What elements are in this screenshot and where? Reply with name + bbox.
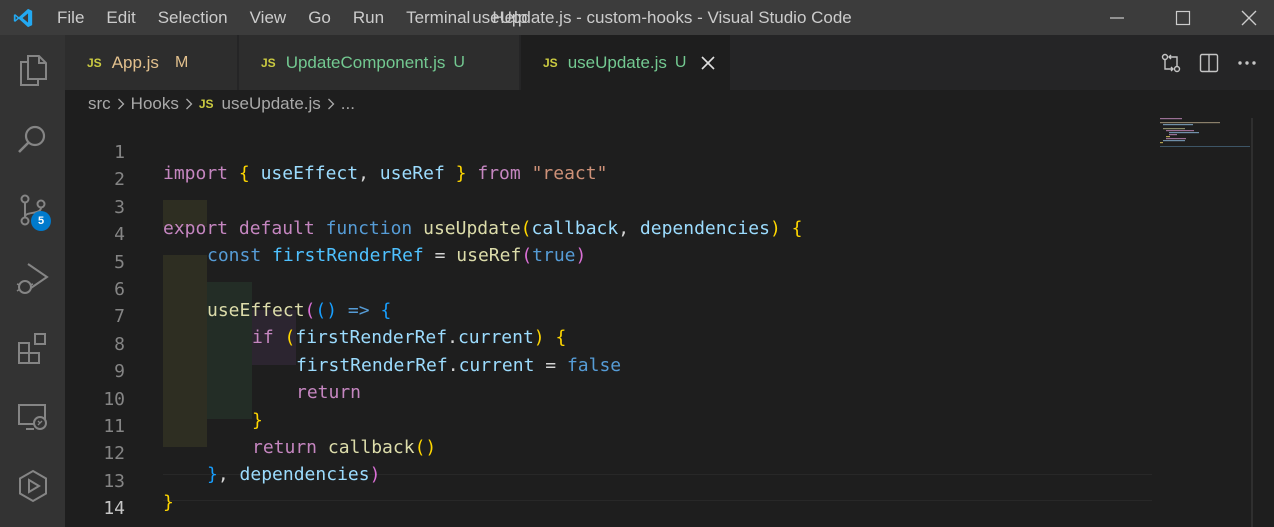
close-icon — [1241, 10, 1257, 25]
remote-explorer-icon — [17, 404, 47, 430]
activity-timeline[interactable] — [0, 457, 65, 515]
activity-run-debug[interactable] — [0, 249, 65, 307]
code-line: 5 — [65, 228, 1153, 273]
breadcrumb-hooks[interactable]: Hooks — [131, 94, 179, 114]
activity-explorer[interactable] — [0, 41, 65, 99]
code-line: 10 } — [65, 365, 1153, 431]
close-icon — [701, 55, 716, 70]
explorer-icon — [19, 55, 47, 86]
minimap[interactable] — [1150, 118, 1250, 158]
extensions-icon — [17, 333, 46, 364]
tab-status-badge: U — [453, 53, 465, 71]
menu-selection[interactable]: Selection — [147, 0, 239, 35]
minimize-icon — [1110, 16, 1124, 19]
tab-use-update-js[interactable]: JS useUpdate.js U — [521, 35, 731, 90]
js-file-icon: JS — [543, 55, 558, 70]
tab-status-badge: M — [174, 53, 189, 71]
compare-changes-icon — [1161, 53, 1181, 72]
activity-search[interactable] — [0, 111, 65, 169]
code-line: 12 }, dependencies) — [65, 419, 1153, 485]
menu-go[interactable]: Go — [297, 0, 342, 35]
code-line: 3 export default function useUpdate(call… — [65, 173, 1153, 239]
maximize-button[interactable] — [1158, 0, 1208, 35]
chevron-right-icon — [117, 98, 125, 110]
activity-remote-explorer[interactable] — [0, 388, 65, 446]
breadcrumb-symbols[interactable]: ... — [341, 94, 355, 114]
code-line: 2 — [65, 145, 1153, 190]
tab-label: App.js — [111, 52, 159, 72]
more-actions-button[interactable] — [1228, 48, 1266, 78]
breadcrumb-src[interactable]: src — [88, 94, 111, 114]
timeline-icon — [18, 469, 47, 503]
code-line: 11 return callback() — [65, 392, 1153, 458]
window-controls — [1076, 0, 1274, 35]
activity-bar: 5 — [0, 35, 65, 527]
code-line: 14 — [65, 474, 1153, 519]
js-file-icon: JS — [87, 55, 102, 70]
menu-edit[interactable]: Edit — [95, 0, 146, 35]
menu-help[interactable]: Help — [481, 0, 538, 35]
menu-view[interactable]: View — [239, 0, 298, 35]
code-line: 4 const firstRenderRef = useRef(true) — [65, 200, 1153, 266]
tab-label: useUpdate.js — [567, 52, 667, 72]
tab-update-component-js[interactable]: JS UpdateComponent.js U — [239, 35, 520, 90]
code-line: 13 } — [65, 447, 1153, 513]
tab-app-js[interactable]: JS App.js M — [65, 35, 238, 90]
vscode-logo-icon — [0, 0, 46, 35]
source-control-badge: 5 — [31, 211, 51, 231]
code-line: 8 firstRenderRef.current = false — [65, 310, 1153, 376]
menu-bar: File Edit Selection View Go Run Terminal… — [46, 0, 538, 35]
editor-tab-bar: JS App.js M JS UpdateComponent.js U JS u… — [65, 35, 1274, 90]
breadcrumb-file[interactable]: useUpdate.js — [222, 94, 321, 114]
code-line: 7 if (firstRenderRef.current) { — [65, 282, 1153, 348]
split-editor-icon — [1199, 53, 1219, 72]
menu-terminal[interactable]: Terminal — [395, 0, 481, 35]
run-debug-icon — [16, 263, 49, 294]
minimize-button[interactable] — [1092, 0, 1142, 35]
vertical-scrollbar[interactable] — [1251, 118, 1253, 527]
minimap-preview — [1160, 118, 1250, 147]
breadcrumb: src Hooks JS useUpdate.js ... — [65, 90, 1274, 118]
code-line: 6 useEffect(() => { — [65, 255, 1153, 321]
activity-source-control[interactable]: 5 — [0, 181, 65, 239]
open-changes-button[interactable] — [1152, 48, 1190, 78]
menu-run[interactable]: Run — [342, 0, 395, 35]
code-line: 1 import { useEffect, useRef } from "rea… — [65, 118, 1153, 184]
chevron-right-icon — [185, 98, 193, 110]
editor-actions — [1152, 35, 1274, 90]
code-line: 9 return — [65, 337, 1153, 403]
chevron-right-icon — [327, 98, 335, 110]
code-editor[interactable]: 1 import { useEffect, useRef } from "rea… — [65, 118, 1274, 527]
menu-file[interactable]: File — [46, 0, 95, 35]
search-icon — [17, 125, 45, 153]
tab-label: UpdateComponent.js — [285, 52, 446, 72]
js-file-icon: JS — [198, 97, 214, 111]
more-icon — [1238, 60, 1256, 65]
line-number: 14 — [103, 498, 125, 520]
activity-extensions[interactable] — [0, 319, 65, 377]
tab-close-button[interactable] — [698, 53, 718, 73]
maximize-icon — [1175, 10, 1191, 25]
close-window-button[interactable] — [1224, 0, 1274, 35]
js-file-icon: JS — [261, 55, 276, 70]
tab-status-badge: U — [674, 53, 687, 71]
title-bar: File Edit Selection View Go Run Terminal… — [0, 0, 1274, 35]
split-editor-button[interactable] — [1190, 48, 1228, 78]
